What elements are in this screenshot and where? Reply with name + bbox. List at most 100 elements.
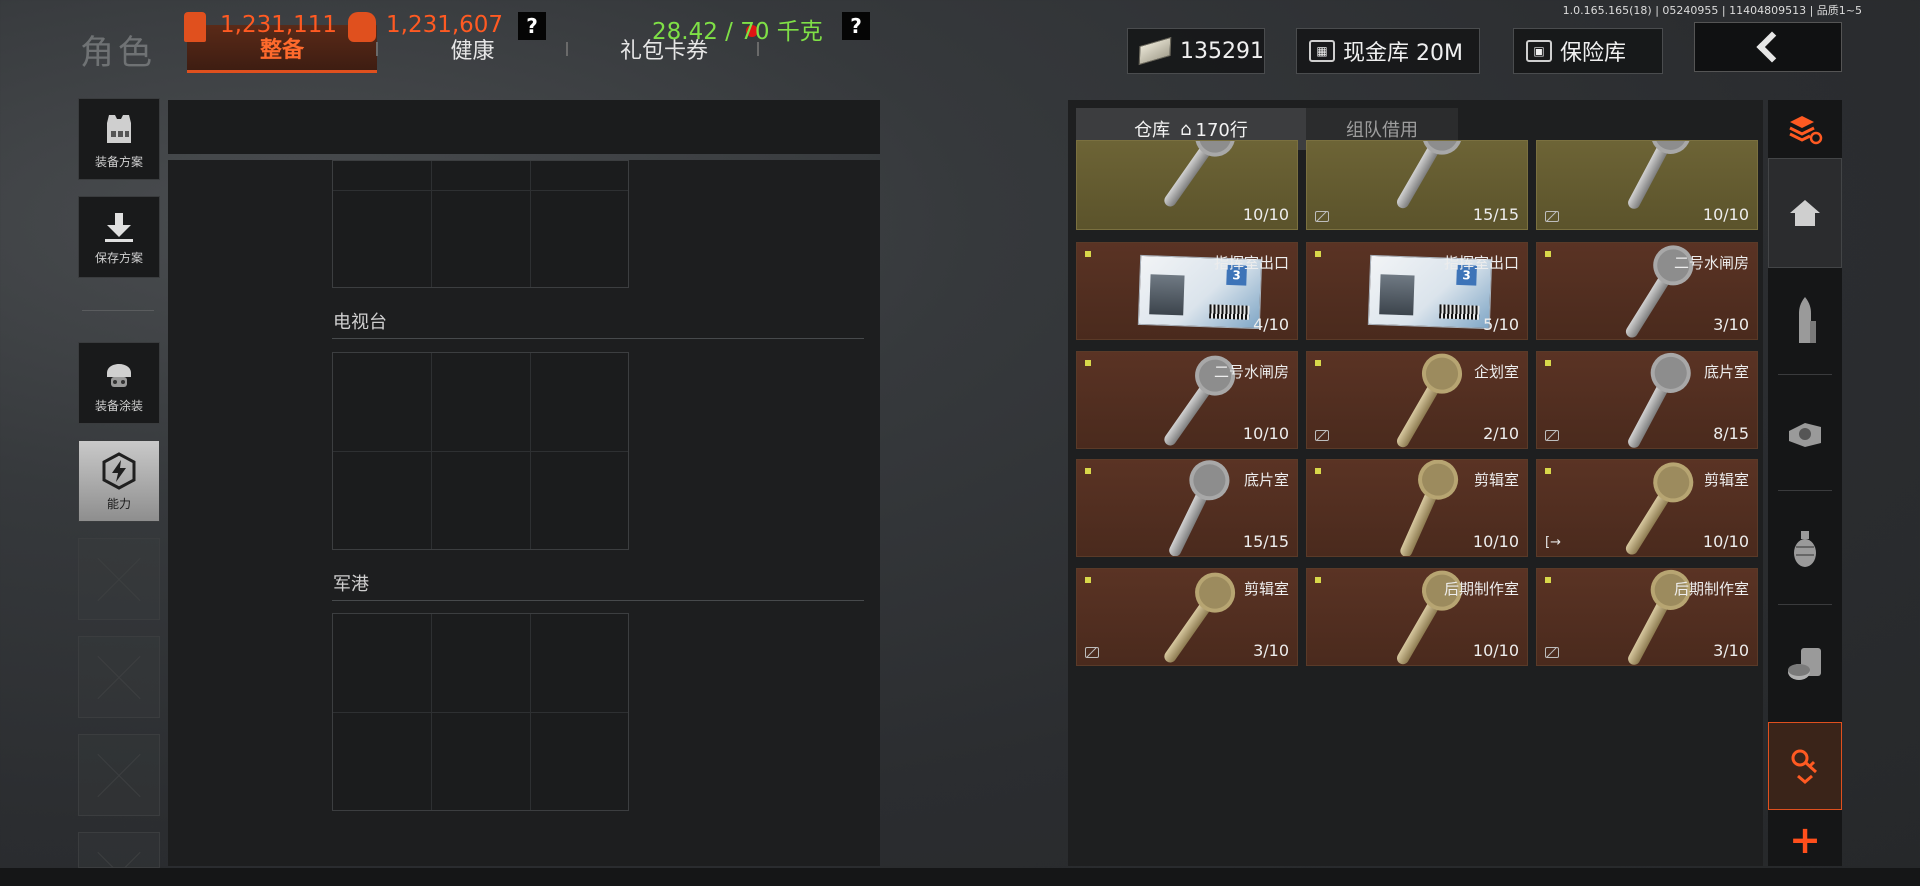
- item-durability: 3/10: [1713, 315, 1749, 334]
- item-durability: 3/10: [1253, 641, 1289, 660]
- safe-button[interactable]: ▣ 保险库: [1513, 28, 1663, 74]
- warehouse-item[interactable]: 剪辑室 [→ 10/10: [1536, 459, 1758, 557]
- container-grid[interactable]: [332, 352, 629, 550]
- warehouse-item[interactable]: 底片室 15/15: [1076, 459, 1298, 557]
- warehouse-item[interactable]: 10/10: [1536, 140, 1758, 230]
- warehouse-item[interactable]: 剪辑室 3/10: [1076, 568, 1298, 666]
- weight-help-button[interactable]: ?: [842, 12, 870, 40]
- sidebar-item-ability[interactable]: 能力: [78, 440, 160, 522]
- warehouse-item[interactable]: 二号水闸房 3/10: [1536, 242, 1758, 340]
- sidebar-item-loadout-plan[interactable]: 装备方案: [78, 98, 160, 180]
- currency-amount: 135291: [1180, 38, 1264, 64]
- item-name: 二号水闸房: [1673, 254, 1749, 272]
- item-name: 剪辑室: [1243, 580, 1289, 598]
- warehouse-item[interactable]: 二号水闸房 10/10: [1076, 351, 1298, 449]
- item-name: 底片室: [1243, 471, 1289, 489]
- new-item-marker: [1085, 360, 1091, 366]
- bag-value: 1,231,607: [386, 12, 504, 38]
- add-button[interactable]: +: [1768, 816, 1842, 864]
- empty-slot: [78, 538, 160, 620]
- sidebar-item-save-plan[interactable]: 保存方案: [78, 196, 160, 278]
- new-item-marker: [1545, 577, 1551, 583]
- vest-icon: [107, 114, 131, 143]
- silver-key-image: [1625, 141, 1698, 211]
- vest-icon: [184, 12, 206, 42]
- cash-vault-button[interactable]: ▦ 现金库 20M: [1296, 28, 1480, 74]
- sidebar-item-label: 装备方案: [94, 154, 143, 169]
- new-item-marker: [1315, 251, 1321, 257]
- no-insure-icon: [1545, 647, 1559, 658]
- new-item-marker: [1085, 251, 1091, 257]
- item-durability: 5/10: [1483, 315, 1519, 334]
- cash-vault-label: 现金库 20M: [1343, 41, 1463, 66]
- item-durability: 2/10: [1483, 424, 1519, 443]
- item-durability: 3/10: [1713, 641, 1749, 660]
- version-info: 1.0.165.165(18) | 05240955 | 11404809513…: [1562, 4, 1862, 17]
- item-name: 后期制作室: [1443, 580, 1519, 598]
- item-durability: 10/10: [1472, 532, 1519, 551]
- swap-layers-button[interactable]: [1768, 104, 1842, 154]
- item-durability: 15/15: [1242, 532, 1289, 551]
- item-durability: 4/10: [1253, 315, 1289, 334]
- safe-icon: ▣: [1526, 40, 1552, 62]
- empty-slot: [78, 734, 160, 816]
- new-item-marker: [1545, 251, 1551, 257]
- section-label-naval-port: 军港: [333, 574, 369, 595]
- grenade-button[interactable]: [1768, 494, 1842, 604]
- nav-divider: [1778, 604, 1832, 605]
- item-durability: 10/10: [1702, 532, 1749, 551]
- back-button[interactable]: [1694, 22, 1842, 72]
- ammo-icon: [1799, 297, 1816, 343]
- item-durability: 10/10: [1242, 424, 1289, 443]
- empty-slot: [78, 636, 160, 718]
- silver-key-image: [1161, 352, 1243, 448]
- plus-icon: +: [1789, 818, 1821, 862]
- meds-icon: [1788, 648, 1821, 680]
- ability-icon: [102, 451, 136, 490]
- section-divider: [332, 600, 864, 601]
- download-icon: [105, 212, 133, 242]
- new-item-marker: [1545, 468, 1551, 474]
- key-import-button[interactable]: [1768, 722, 1842, 810]
- warehouse-item[interactable]: 后期制作室 3/10: [1536, 568, 1758, 666]
- brass-key-image: [1625, 569, 1698, 665]
- home-button[interactable]: [1768, 158, 1842, 268]
- no-insure-icon: [1315, 211, 1329, 222]
- warehouse-item[interactable]: 3 指挥室出口 5/10: [1306, 242, 1528, 340]
- ammo-button[interactable]: [1768, 272, 1842, 372]
- warehouse-item[interactable]: 后期制作室 10/10: [1306, 568, 1528, 666]
- warehouse-item[interactable]: 10/10: [1076, 140, 1298, 230]
- silver-key-image: [1161, 141, 1243, 209]
- item-name: 底片室: [1703, 363, 1749, 381]
- bottom-strip: [0, 868, 1920, 886]
- silver-key-image: [1623, 243, 1701, 339]
- item-name: 企划室: [1473, 363, 1519, 381]
- warehouse-item[interactable]: 企划室 2/10: [1306, 351, 1528, 449]
- item-durability: 15/15: [1472, 205, 1519, 224]
- home-icon: [1790, 200, 1820, 226]
- meds-button[interactable]: [1768, 608, 1842, 718]
- new-item-marker: [1085, 468, 1091, 474]
- warehouse-item[interactable]: 底片室 8/15: [1536, 351, 1758, 449]
- tab-storage-label: 仓库: [1134, 120, 1171, 141]
- warehouse-item[interactable]: 15/15: [1306, 140, 1528, 230]
- sight-button[interactable]: [1768, 380, 1842, 488]
- gear-value: 1,231,111: [220, 12, 338, 38]
- container-grid[interactable]: [332, 613, 629, 811]
- sight-icon: [1789, 423, 1821, 447]
- no-insure-icon: [1085, 647, 1099, 658]
- swap-layers-icon: [1789, 116, 1823, 145]
- currency-display: 135291: [1127, 28, 1265, 74]
- vault-icon: ▦: [1309, 40, 1335, 62]
- sidebar-item-label: 保存方案: [94, 250, 143, 265]
- warehouse-item[interactable]: 3 指挥室出口 4/10: [1076, 242, 1298, 340]
- container-grid[interactable]: [332, 160, 629, 288]
- brass-key-image: [1161, 569, 1243, 665]
- new-item-marker: [1315, 468, 1321, 474]
- sidebar-item-label: 装备涂装: [94, 398, 143, 413]
- sidebar-item-label: 能力: [106, 496, 131, 511]
- sidebar-item-gear-skin[interactable]: 装备涂装: [78, 342, 160, 424]
- warehouse-item[interactable]: 剪辑室 10/10: [1306, 459, 1528, 557]
- value-help-button[interactable]: ?: [518, 12, 546, 40]
- exit-icon: [→: [1545, 535, 1561, 550]
